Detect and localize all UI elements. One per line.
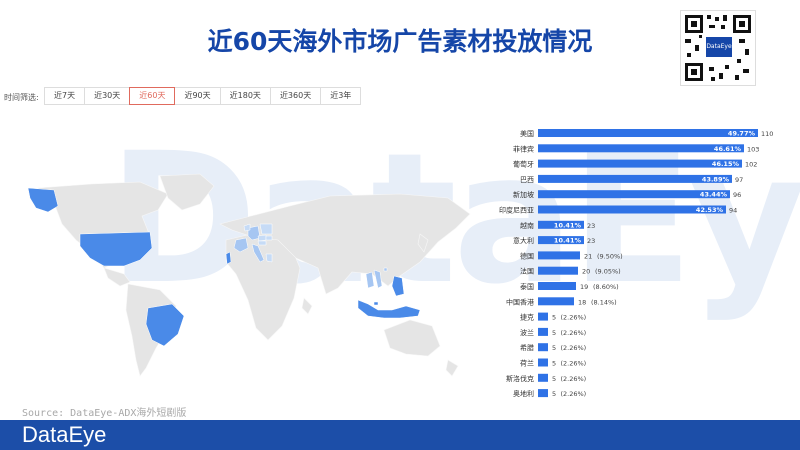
share-label: (9.50%) (597, 252, 623, 260)
category-label: 法国 (520, 267, 534, 276)
bar-chart: 美国 49.77% 110 菲律宾 46.61% 103 葡萄牙 46.15% 102 巴西 43.… (499, 129, 773, 398)
share-label: (9.05%) (595, 268, 621, 276)
category-label: 捷克 (520, 313, 534, 322)
value-label: 5 (552, 360, 556, 368)
share-label: 43.44% (700, 191, 728, 199)
value-label: 23 (587, 222, 595, 230)
bar (538, 373, 548, 382)
category-label: 中国香港 (506, 297, 534, 306)
category-label: 荷兰 (520, 359, 534, 368)
bar (538, 327, 548, 336)
category-label: 葡萄牙 (513, 160, 534, 169)
value-label: 23 (587, 237, 595, 245)
value-label: 5 (552, 375, 556, 383)
share-label: (2.26%) (561, 329, 587, 337)
value-label: 21 (584, 252, 592, 260)
category-label: 波兰 (520, 328, 534, 337)
bar (538, 129, 758, 137)
category-label: 美国 (520, 129, 534, 138)
category-label: 印度尼西亚 (499, 206, 534, 215)
share-label: (2.26%) (561, 390, 587, 398)
share-label: 10.41% (554, 221, 582, 229)
bar (538, 343, 548, 352)
category-label: 意大利 (513, 236, 534, 245)
value-label: 102 (745, 161, 757, 169)
share-label: (8.14%) (591, 298, 617, 306)
share-label: 10.41% (554, 237, 582, 245)
value-label: 5 (552, 314, 556, 322)
bar (538, 282, 576, 290)
category-label: 菲律宾 (513, 144, 534, 153)
value-label: 5 (552, 329, 556, 337)
bar (538, 266, 578, 275)
value-label: 18 (578, 298, 586, 306)
filter-60d[interactable]: 近60天 (129, 87, 176, 105)
value-label: 20 (582, 268, 590, 276)
share-label: 49.77% (728, 130, 756, 138)
category-label: 希腊 (520, 343, 534, 352)
category-label: 巴西 (520, 176, 534, 184)
value-label: 5 (552, 390, 556, 398)
share-label: (2.26%) (561, 375, 587, 383)
value-label: 19 (580, 283, 588, 291)
category-label: 泰国 (520, 282, 534, 291)
share-label: (2.26%) (561, 344, 587, 352)
share-label: 43.89% (702, 175, 730, 183)
value-label: 5 (552, 344, 556, 352)
value-label: 103 (747, 145, 759, 153)
footer-bar: DataEye (0, 420, 800, 450)
share-label: 46.15% (712, 160, 740, 168)
share-label: 46.61% (714, 145, 742, 153)
source-note: Source: DataEye-ADX海外短剧版 (22, 408, 187, 419)
value-label: 96 (733, 191, 741, 199)
value-label: 97 (735, 176, 743, 184)
category-label: 新加坡 (513, 190, 534, 199)
bar (538, 297, 574, 306)
category-label: 越南 (520, 221, 534, 230)
share-label: (2.26%) (561, 360, 587, 368)
share-label: 42.53% (696, 206, 724, 214)
bar (538, 251, 580, 260)
bar (538, 312, 548, 321)
brand-logo: DataEye (22, 422, 107, 447)
share-label: (2.26%) (561, 314, 587, 322)
share-label: (8.60%) (593, 283, 619, 291)
bar (538, 389, 548, 398)
bar (538, 358, 548, 367)
category-label: 德国 (520, 251, 534, 260)
value-label: 110 (761, 130, 773, 138)
value-label: 94 (729, 207, 737, 215)
category-label: 斯洛伐克 (506, 374, 534, 383)
category-label: 奥地利 (513, 389, 534, 398)
